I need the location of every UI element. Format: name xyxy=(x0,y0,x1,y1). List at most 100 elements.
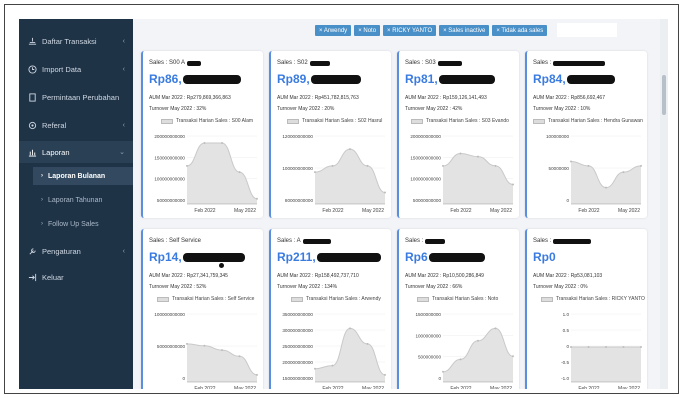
y-tick-label: 0 xyxy=(438,376,441,381)
data-point[interactable] xyxy=(384,191,386,194)
scrollbar-thumb[interactable] xyxy=(662,75,666,115)
chart-legend[interactable]: Transaksi Harian Sales : Arwendy xyxy=(291,296,381,302)
sidebar-item-permintaan-perubahan[interactable]: Permintaan Perubahan xyxy=(19,87,133,107)
data-point[interactable] xyxy=(587,346,590,348)
y-tick-label: 0.5 xyxy=(563,328,570,333)
chart-legend[interactable]: Transaksi Harian Sales : S00 Alam xyxy=(161,118,253,124)
data-point[interactable] xyxy=(331,164,334,167)
sales-filter-chips: × Arwendy × Noto × RICKY YANTO × Sales i… xyxy=(315,25,548,36)
data-point[interactable] xyxy=(622,346,625,348)
sales-card[interactable]: Sales : S00 A Rp86, AUM Mar 2022 : Rp279,8… xyxy=(141,51,263,218)
y-tick-label: 0 xyxy=(566,344,569,349)
redaction-mark xyxy=(425,238,446,244)
data-point[interactable] xyxy=(512,183,514,186)
data-point[interactable] xyxy=(640,164,642,167)
data-point[interactable] xyxy=(238,355,241,358)
data-point[interactable] xyxy=(459,358,462,361)
daily-transaction-chart: 200000000000 150000000000 100000000000 5000… xyxy=(410,134,514,214)
data-point[interactable] xyxy=(349,148,351,151)
data-point[interactable] xyxy=(349,327,351,330)
data-point[interactable] xyxy=(238,171,241,174)
submenu-item-laporan-bulanan[interactable]: › Laporan Bulanan xyxy=(33,167,133,185)
sidebar-item-daftar-transaksi[interactable]: Daftar Transaksi ‹ xyxy=(19,31,133,51)
logout-icon xyxy=(27,272,37,282)
data-point[interactable] xyxy=(314,367,316,370)
data-point[interactable] xyxy=(494,164,497,167)
sales-label: Sales : S03 xyxy=(405,60,436,66)
chart-legend[interactable]: Transaksi Harian Sales : Noto xyxy=(417,296,498,302)
data-point[interactable] xyxy=(366,342,369,345)
sales-name: Sales : A xyxy=(277,238,331,244)
legend-label: Transaksi Harian Sales : Self Service xyxy=(172,296,255,302)
aum-text: AUM Mar 2022 : Rp27,341,759,345 xyxy=(149,273,228,279)
sales-card[interactable]: Sales : A Rp211, AUM Mar 2022 : Rp158,492,… xyxy=(269,229,391,389)
data-point[interactable] xyxy=(366,164,369,167)
y-tick-label: 250000000000 xyxy=(282,344,313,349)
submenu-item-laporan-tahunan[interactable]: › Laporan Tahunan xyxy=(33,191,133,209)
data-point[interactable] xyxy=(494,327,497,330)
data-point[interactable] xyxy=(512,355,514,358)
data-point[interactable] xyxy=(221,349,223,352)
filter-chip-sales-inactive[interactable]: × Sales inactive xyxy=(439,25,490,36)
data-point[interactable] xyxy=(640,346,642,348)
x-tick-label: May 2022 xyxy=(234,386,256,389)
data-point[interactable] xyxy=(442,370,444,373)
sidebar-item-import-data[interactable]: Import Data ‹ xyxy=(19,59,133,79)
sales-card[interactable]: Sales : S03 Rp81, AUM Mar 2022 : Rp159,126… xyxy=(397,51,519,218)
data-point[interactable] xyxy=(570,160,572,163)
data-point[interactable] xyxy=(256,197,258,200)
data-point[interactable] xyxy=(605,346,607,348)
data-point[interactable] xyxy=(605,186,607,189)
data-point[interactable] xyxy=(314,171,316,174)
legend-swatch xyxy=(417,296,429,302)
search-box[interactable] xyxy=(557,23,617,37)
data-point[interactable] xyxy=(477,155,479,158)
sidebar-item-referal[interactable]: Referal ‹ xyxy=(19,115,133,135)
sales-amount: Rp0 xyxy=(533,250,556,264)
amount-value: Rp211, xyxy=(277,250,316,264)
submenu-item-follow-up-sales[interactable]: › Follow Up Sales xyxy=(33,215,133,233)
data-point[interactable] xyxy=(203,141,206,144)
data-point[interactable] xyxy=(384,373,386,376)
y-tick-label: 50000000000 xyxy=(413,198,442,203)
data-point[interactable] xyxy=(256,373,258,376)
chevron-right-icon: › xyxy=(41,197,43,203)
sales-card[interactable]: Sales : Rp84, AUM Mar 2022 : Rp856,692,467… xyxy=(525,51,647,218)
filter-chip-tidak-ada-sales[interactable]: × Tidak ada sales xyxy=(492,25,548,36)
chart-legend[interactable]: Transaksi Harian Sales : Hendra Gunawan xyxy=(533,118,643,124)
chevron-left-icon: ‹ xyxy=(122,37,125,45)
data-point[interactable] xyxy=(186,342,188,345)
data-point[interactable] xyxy=(622,171,625,174)
data-point[interactable] xyxy=(186,164,188,167)
chart-legend[interactable]: Transaksi Harian Sales : S02 Hasrul xyxy=(287,118,382,124)
sales-card[interactable]: Sales : S02 Rp89, AUM Mar 2022 : Rp451,782… xyxy=(269,51,391,218)
sales-name: Sales : S02 xyxy=(277,60,330,66)
legend-label: Transaksi Harian Sales : Noto xyxy=(432,296,499,302)
filter-chip-noto[interactable]: × Noto xyxy=(354,25,381,36)
filter-chip-arwendy[interactable]: × Arwendy xyxy=(315,25,352,36)
app-window: Daftar Transaksi ‹ Import Data ‹ Permint… xyxy=(4,4,679,394)
y-tick-label: 200000000000 xyxy=(154,134,185,139)
aum-text: AUM Mar 2022 : Rp451,782,815,763 xyxy=(277,95,359,101)
data-point[interactable] xyxy=(459,152,462,155)
data-point[interactable] xyxy=(203,344,206,347)
sales-card[interactable]: Sales : Self Service Rp14, AUM Mar 2022 : … xyxy=(141,229,263,389)
data-point[interactable] xyxy=(570,346,572,348)
filter-chip-ricky-yanto[interactable]: × RICKY YANTO xyxy=(383,25,437,36)
chart-legend[interactable]: Transaksi Harian Sales : Self Service xyxy=(157,296,254,302)
sales-card[interactable]: Sales : Rp6 AUM Mar 2022 : Rp10,500,286,84… xyxy=(397,229,519,389)
data-point[interactable] xyxy=(587,164,590,167)
vertical-scrollbar[interactable] xyxy=(660,19,668,389)
y-tick-label: 100000000000 xyxy=(154,312,185,317)
sidebar-item-pengaturan[interactable]: Pengaturan ‹ xyxy=(19,241,133,261)
sidebar-item-laporan[interactable]: Laporan ⌄ xyxy=(19,141,133,163)
data-point[interactable] xyxy=(477,339,479,342)
data-point[interactable] xyxy=(442,164,444,167)
sidebar-item-keluar[interactable]: Keluar xyxy=(19,267,133,287)
data-point[interactable] xyxy=(221,141,223,144)
data-point[interactable] xyxy=(331,364,334,367)
sales-card[interactable]: Sales : Rp0 AUM Mar 2022 : Rp53,081,103 Tur… xyxy=(525,229,647,389)
chart-legend[interactable]: Transaksi Harian Sales : RICKY YANTO xyxy=(541,296,645,302)
chart-legend[interactable]: Transaksi Harian Sales : S03 Evando xyxy=(411,118,509,124)
sales-amount: Rp14, xyxy=(149,250,245,264)
